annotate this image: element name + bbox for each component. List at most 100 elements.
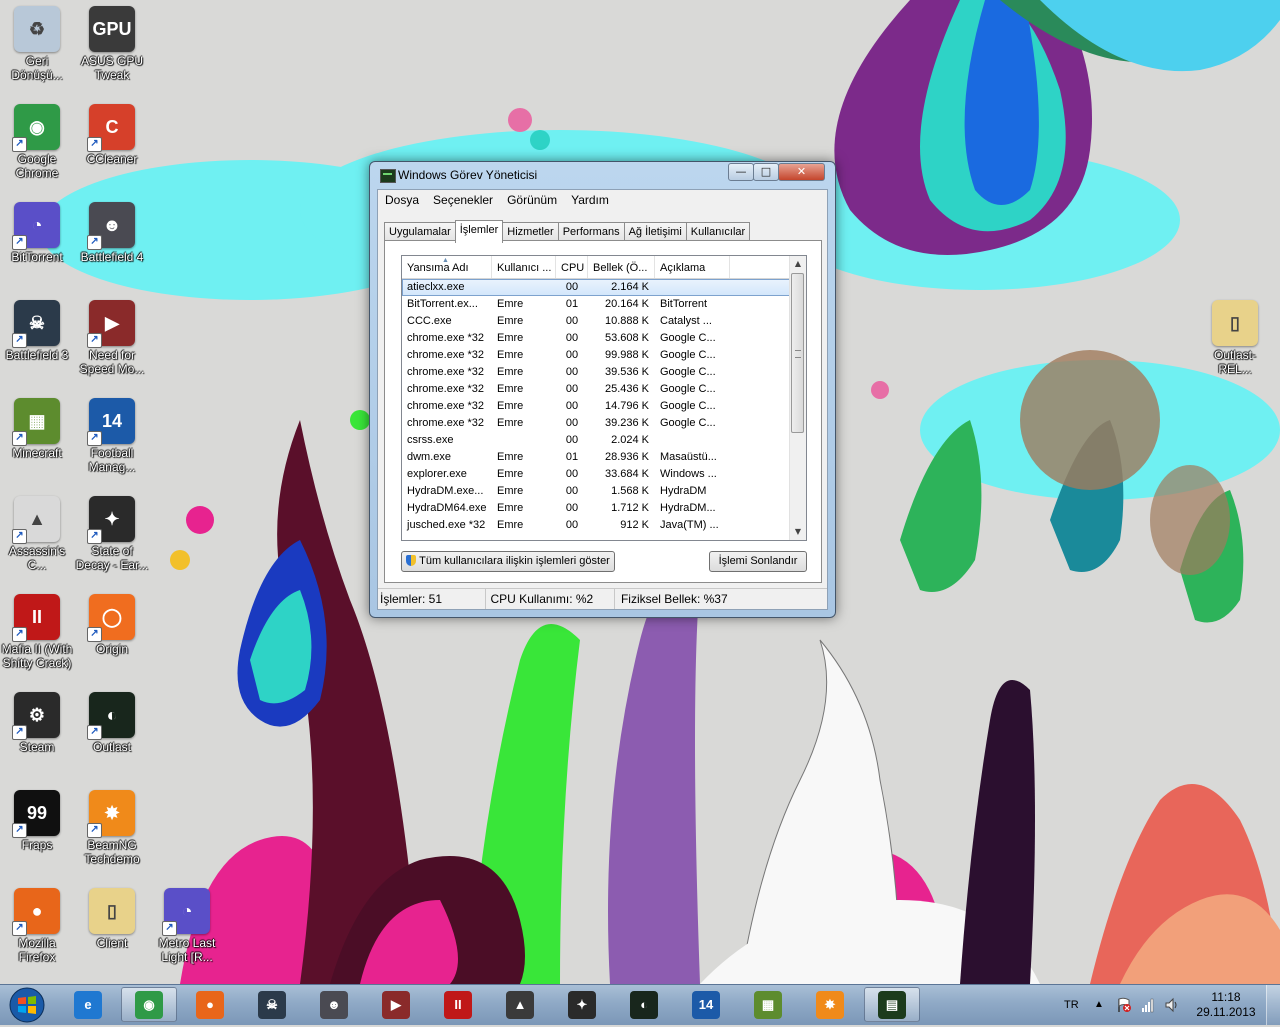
process-row[interactable]: HydraDM.exe... Emre 00 1.568 K HydraDM	[402, 483, 792, 500]
desktop-icon[interactable]: 14 ↗ Football Manag...	[74, 392, 150, 484]
desktop-icon[interactable]: ▶ ↗ Need for Speed Mo...	[74, 294, 150, 386]
desktop-icon[interactable]: GPU ASUS GPU Tweak	[74, 0, 150, 92]
desktop-icon[interactable]: ☠ ↗ Battlefield 3	[0, 294, 75, 386]
menu-file[interactable]: Dosya	[378, 190, 426, 210]
taskbar-button[interactable]: ◉	[121, 987, 177, 1022]
shortcut-arrow-icon: ↗	[12, 529, 27, 544]
process-row[interactable]: HydraDM64.exe Emre 00 1.712 K HydraDM...	[402, 500, 792, 517]
process-row[interactable]: chrome.exe *32 Emre 00 14.796 K Google C...	[402, 398, 792, 415]
desktop-icon[interactable]: ☻ ↗ Battlefield 4	[74, 196, 150, 288]
network-signal-icon[interactable]	[1140, 997, 1156, 1013]
end-process-button[interactable]: İşlemi Sonlandır	[709, 551, 807, 572]
maximize-button[interactable]: □	[753, 163, 779, 181]
process-row[interactable]: CCC.exe Emre 00 10.888 K Catalyst ...	[402, 313, 792, 330]
taskbar-button[interactable]: ◐	[616, 987, 672, 1022]
process-row[interactable]: chrome.exe *32 Emre 00 99.988 K Google C...	[402, 347, 792, 364]
desktop-icon-label: Minecraft	[12, 446, 62, 460]
process-row[interactable]: chrome.exe *32 Emre 00 39.536 K Google C...	[402, 364, 792, 381]
process-row[interactable]: jusched.exe *32 Emre 00 912 K Java(TM) ...	[402, 517, 792, 534]
desktop-icon[interactable]: II ↗ Mafia II (With Shitty Crack)	[0, 588, 75, 680]
desktop-icon[interactable]: 99 ↗ Fraps	[0, 784, 75, 876]
menu-options[interactable]: Seçenekler	[426, 190, 500, 210]
desktop-icon[interactable]: ◉ ↗ Google Chrome	[0, 98, 75, 190]
taskbar-button[interactable]: 14	[678, 987, 734, 1022]
column-memory[interactable]: Bellek (Ö...	[588, 256, 655, 278]
taskbar-button[interactable]: ▶	[368, 987, 424, 1022]
desktop-icon[interactable]: ◔ ↗ BitTorrent	[0, 196, 75, 288]
tab-services[interactable]: Hizmetler	[502, 222, 559, 242]
desktop-icon[interactable]: ▯ Outlast-REL...	[1197, 294, 1273, 386]
minimize-button[interactable]: —	[728, 163, 754, 181]
clock[interactable]: 11:18 29.11.2013	[1192, 990, 1260, 1020]
taskbar-button[interactable]: ●	[182, 987, 238, 1022]
column-user-name[interactable]: Kullanıcı ...	[492, 256, 556, 278]
process-row[interactable]: chrome.exe *32 Emre 00 25.436 K Google C...	[402, 381, 792, 398]
status-processes: İşlemler: 51	[378, 589, 486, 609]
taskbar-button[interactable]: e	[60, 987, 116, 1022]
taskbar-button[interactable]: ▦	[740, 987, 796, 1022]
taskbar-button[interactable]: ▲	[492, 987, 548, 1022]
tab-performance[interactable]: Performans	[557, 222, 625, 242]
title-bar[interactable]: Windows Görev Yöneticisi — □ ✕	[370, 162, 835, 188]
taskbar-button[interactable]: II	[430, 987, 486, 1022]
column-image-name[interactable]: ▲ Yansıma Adı	[402, 256, 492, 278]
column-description[interactable]: Açıklama	[655, 256, 730, 278]
tray-expand-icon[interactable]: ▲	[1094, 985, 1108, 1025]
desktop-icon[interactable]: ✦ ↗ State of Decay - Ear...	[74, 490, 150, 582]
process-name: chrome.exe *32	[407, 366, 485, 378]
process-cpu: 00	[565, 366, 579, 378]
start-button[interactable]	[4, 986, 50, 1024]
desktop-icon[interactable]: ▦ ↗ Minecraft	[0, 392, 75, 484]
process-memory: 20.164 K	[604, 298, 649, 310]
tab-networking[interactable]: Ağ İletişimi	[623, 222, 687, 242]
desktop-icon[interactable]: ▯ Client	[74, 882, 150, 974]
desktop-icon-label: Fraps	[21, 838, 53, 852]
process-row[interactable]: csrss.exe 00 2.024 K	[402, 432, 792, 449]
language-indicator[interactable]: TR	[1064, 985, 1084, 1025]
desktop-icon[interactable]: ◐ ↗ Outlast	[74, 686, 150, 778]
menu-help[interactable]: Yardım	[564, 190, 616, 210]
process-row[interactable]: dwm.exe Emre 01 28.936 K Masaüstü...	[402, 449, 792, 466]
clock-date: 29.11.2013	[1196, 1005, 1256, 1019]
desktop-icon[interactable]: ● ↗ Mozilla Firefox	[0, 882, 75, 974]
task-manager-window[interactable]: Windows Görev Yöneticisi — □ ✕ Dosya Seç…	[369, 161, 836, 618]
scroll-down-arrow-icon[interactable]: ▼	[790, 524, 806, 540]
process-row[interactable]: BitTorrent.ex... Emre 01 20.164 K BitTorrent	[402, 296, 792, 313]
tab-processes[interactable]: İşlemler	[454, 220, 504, 243]
desktop-icon[interactable]: ◔ ↗ Metro Last Light [R...	[149, 882, 225, 974]
scroll-up-arrow-icon[interactable]: ▲	[790, 256, 806, 272]
process-list[interactable]: ▲ Yansıma Adı Kullanıcı ... CPU Bellek (…	[401, 255, 807, 541]
desktop-icon[interactable]: ▲ ↗ Assassin's C...	[0, 490, 75, 582]
desktop-icon[interactable]: ♻ Geri Dönüşü...	[0, 0, 75, 92]
process-name: chrome.exe *32	[407, 417, 485, 429]
menu-view[interactable]: Görünüm	[500, 190, 564, 210]
desktop-icon[interactable]: ◯ ↗ Origin	[74, 588, 150, 680]
taskbar-button[interactable]: ✦	[554, 987, 610, 1022]
taskbar-button[interactable]: ✸	[802, 987, 858, 1022]
show-desktop-button[interactable]	[1266, 985, 1280, 1025]
taskbar-button[interactable]: ☻	[306, 987, 362, 1022]
scrollbar-thumb[interactable]	[791, 273, 804, 433]
close-button[interactable]: ✕	[778, 163, 825, 181]
nfs-icon: ▶	[382, 990, 410, 1019]
volume-icon[interactable]	[1164, 997, 1180, 1013]
desktop-icon[interactable]: ⚙ ↗ Steam	[0, 686, 75, 778]
process-row[interactable]: explorer.exe Emre 00 33.684 K Windows ...	[402, 466, 792, 483]
process-cpu: 00	[565, 468, 579, 480]
shortcut-arrow-icon: ↗	[87, 137, 102, 152]
process-user: Emre	[497, 332, 524, 344]
desktop-icon[interactable]: C ↗ CCleaner	[74, 98, 150, 190]
show-all-users-button[interactable]: Tüm kullanıcılara ilişkin işlemleri göst…	[401, 551, 615, 572]
process-name: atieclxx.exe	[407, 281, 465, 293]
tab-users[interactable]: Kullanıcılar	[685, 222, 751, 242]
process-row[interactable]: chrome.exe *32 Emre 00 53.608 K Google C...	[402, 330, 792, 347]
tab-applications[interactable]: Uygulamalar	[384, 222, 456, 242]
process-list-scrollbar[interactable]: ▲ ▼	[789, 256, 806, 540]
desktop-icon[interactable]: ✸ ↗ BeamNG Techdemo	[74, 784, 150, 876]
taskbar-button[interactable]: ☠	[244, 987, 300, 1022]
action-center-flag-icon[interactable]	[1116, 997, 1132, 1013]
process-row[interactable]: chrome.exe *32 Emre 00 39.236 K Google C...	[402, 415, 792, 432]
taskbar-button[interactable]: ▤	[864, 987, 920, 1022]
column-cpu[interactable]: CPU	[556, 256, 588, 278]
process-row[interactable]: atieclxx.exe 00 2.164 K	[402, 279, 792, 296]
